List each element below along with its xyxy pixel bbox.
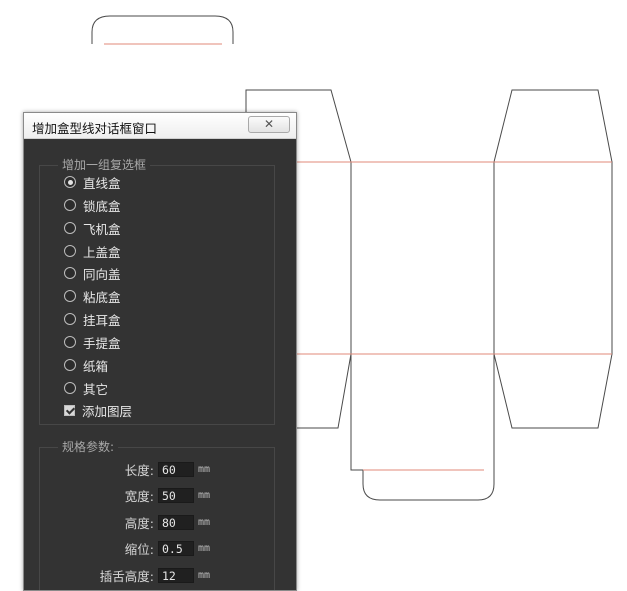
close-x-icon: ✕ xyxy=(263,117,275,131)
width-input[interactable]: 50 xyxy=(158,487,194,503)
radio-button[interactable] xyxy=(64,290,76,302)
box-type-legend: 增加一组复选框 xyxy=(58,158,151,172)
spec-params-legend: 规格参数: xyxy=(58,440,119,454)
bottom-tuck-flap xyxy=(350,354,495,501)
radio-button[interactable] xyxy=(64,222,76,234)
radio-button[interactable] xyxy=(64,336,76,348)
param-label: 缩位: xyxy=(124,541,154,557)
param-label: 长度: xyxy=(124,462,154,478)
radio-button[interactable] xyxy=(64,267,76,279)
dialog-titlebar[interactable]: 增加盒型线对话框窗口 ✕ xyxy=(24,113,296,139)
param-label: 高度: xyxy=(124,515,154,531)
param-row-shrink: 缩位: 0.5 mm xyxy=(54,539,210,557)
option-label: 锁底盒 xyxy=(83,198,121,214)
option-label: 飞机盒 xyxy=(83,221,121,237)
main-panels-outline xyxy=(297,161,613,355)
option-label: 上盖盒 xyxy=(83,244,121,260)
param-label: 宽度: xyxy=(124,488,154,504)
param-row-height: 高度: 80 mm xyxy=(54,513,210,531)
radio-button[interactable] xyxy=(64,382,76,394)
radio-option-lock-bottom[interactable]: 锁底盒 xyxy=(64,196,121,214)
option-label: 直线盒 xyxy=(83,175,121,191)
radio-button[interactable] xyxy=(64,199,76,211)
checkbox-add-layer[interactable]: 添加图层 xyxy=(64,401,132,419)
height-input[interactable]: 80 xyxy=(158,514,194,530)
close-button[interactable]: ✕ xyxy=(248,116,290,133)
param-row-length: 长度: 60 mm xyxy=(54,460,210,478)
radio-button-checked[interactable] xyxy=(64,176,76,188)
option-label: 挂耳盒 xyxy=(83,312,121,328)
radio-option-airplane-box[interactable]: 飞机盒 xyxy=(64,219,121,237)
option-label: 同向盖 xyxy=(83,266,121,282)
radio-option-straight-box[interactable]: 直线盒 xyxy=(64,173,121,191)
radio-option-same-direction-lid[interactable]: 同向盖 xyxy=(64,264,121,282)
right-upper-dust-flap xyxy=(493,89,613,163)
unit-label: mm xyxy=(198,569,211,581)
unit-label: mm xyxy=(198,463,211,475)
option-label: 纸箱 xyxy=(83,358,109,374)
checkbox-checked[interactable] xyxy=(64,404,75,416)
top-tuck-flap xyxy=(91,15,234,44)
radio-button[interactable] xyxy=(64,245,76,257)
dialog-title: 增加盒型线对话框窗口 xyxy=(32,121,158,136)
radio-option-handle-box[interactable]: 手提盒 xyxy=(64,333,121,351)
unit-label: mm xyxy=(198,542,211,554)
radio-option-other[interactable]: 其它 xyxy=(64,379,108,397)
shrink-input[interactable]: 0.5 xyxy=(158,540,194,556)
radio-button[interactable] xyxy=(64,359,76,371)
radio-option-lid-box[interactable]: 上盖盒 xyxy=(64,242,121,260)
tuck-height-input[interactable]: 12 xyxy=(158,567,194,583)
option-label: 粘底盒 xyxy=(83,289,121,305)
unit-label: mm xyxy=(198,516,211,528)
add-box-line-dialog: 增加盒型线对话框窗口 ✕ 增加一组复选框 直线盒 锁底盒 飞机盒 上盖盒 同向盖… xyxy=(23,112,297,591)
length-input[interactable]: 60 xyxy=(158,461,194,477)
option-label: 手提盒 xyxy=(83,335,121,351)
radio-button[interactable] xyxy=(64,313,76,325)
unit-label: mm xyxy=(198,489,211,501)
param-row-width: 宽度: 50 mm xyxy=(54,486,210,504)
param-label: 插舌高度: xyxy=(99,568,154,584)
radio-option-carton[interactable]: 纸箱 xyxy=(64,356,108,374)
param-row-tuck-height: 插舌高度: 12 mm xyxy=(54,566,210,584)
checkbox-label: 添加图层 xyxy=(82,403,133,419)
radio-option-glue-bottom[interactable]: 粘底盒 xyxy=(64,287,121,305)
radio-option-hang-tab-box[interactable]: 挂耳盒 xyxy=(64,310,121,328)
left-lower-dust-flap xyxy=(297,353,352,429)
option-label: 其它 xyxy=(83,381,109,397)
right-lower-dust-flap xyxy=(493,353,613,429)
